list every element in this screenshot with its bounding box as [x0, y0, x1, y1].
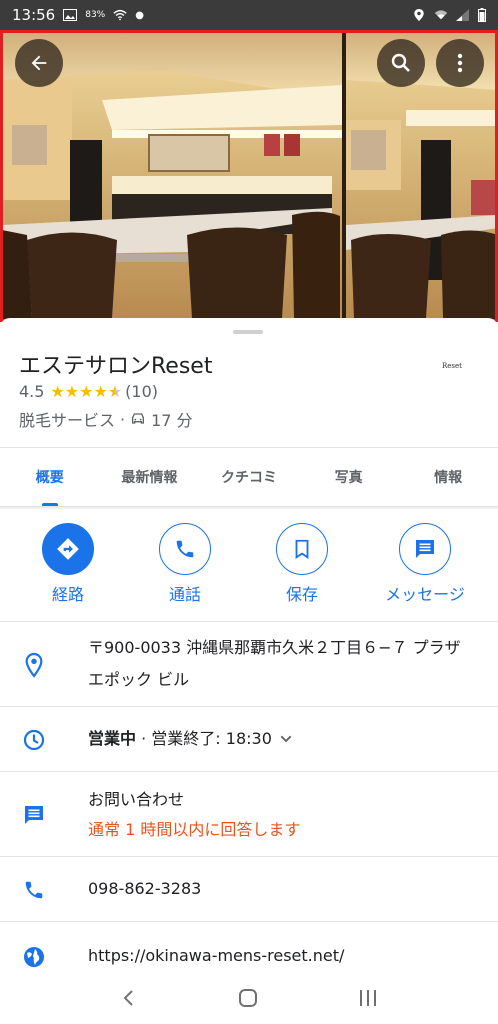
drag-handle[interactable]	[233, 330, 263, 334]
inquiry-row[interactable]: お問い合わせ 通常 1 時間以内に回答します	[0, 772, 498, 856]
separator: ·	[120, 409, 126, 429]
star-icon: ★	[50, 381, 65, 401]
phone-row[interactable]: 098-862-3283	[0, 857, 498, 921]
location-pin-icon	[21, 652, 47, 678]
clock-icon	[21, 727, 47, 753]
photo-carousel[interactable]	[0, 30, 498, 322]
image-icon	[63, 9, 78, 21]
action-buttons: 経路 通話 保存 メッセージ	[0, 523, 498, 613]
search-icon	[391, 53, 410, 72]
star-icon: ★	[79, 381, 94, 401]
arrow-left-icon	[31, 55, 47, 71]
rating-row[interactable]: 4.5 ★ ★ ★ ★ ★ (10)	[19, 382, 158, 401]
tab-photos[interactable]: 写真	[299, 448, 399, 506]
wifi-icon	[113, 9, 127, 21]
place-logo[interactable]: Reset	[437, 362, 467, 376]
phone-icon	[176, 540, 194, 558]
chevron-down-icon[interactable]	[278, 731, 294, 747]
category-row: 脱毛サービス · 17 分	[19, 407, 193, 431]
back-button[interactable]	[15, 39, 63, 87]
car-icon	[132, 413, 145, 424]
tab-label: クチコミ	[220, 470, 277, 486]
star-icon: ★	[64, 381, 80, 401]
hours-text: 営業中 · 営業終了: 18:30	[88, 723, 470, 755]
tab-reviews[interactable]: クチコミ	[199, 448, 299, 506]
place-logo-text: Reset	[442, 362, 462, 370]
battery-icon	[478, 8, 486, 22]
tab-label: 写真	[334, 470, 363, 486]
status-bar: 13:56 83% ●	[0, 0, 498, 30]
place-category: 脱毛サービス	[19, 411, 116, 430]
bookmark-icon	[295, 539, 309, 559]
review-count: (10)	[125, 382, 159, 401]
inquiry-title: お問い合わせ	[88, 790, 185, 809]
more-vert-icon	[457, 53, 463, 73]
hours-status: 営業中	[88, 729, 137, 748]
directions-button[interactable]: 経路	[13, 523, 123, 605]
search-button[interactable]	[377, 39, 425, 87]
website-link[interactable]: https://okinawa-mens-reset.net/	[88, 940, 470, 972]
chat-icon	[21, 802, 47, 828]
website-row[interactable]: https://okinawa-mens-reset.net/	[0, 922, 498, 972]
address-row[interactable]: 〒900-0033 沖縄県那覇市久米２丁目６−７ プラザ エポック ビル	[0, 622, 498, 706]
nav-home-icon[interactable]	[237, 987, 259, 1009]
more-options-button[interactable]	[436, 39, 484, 87]
wifi-signal-icon	[434, 10, 448, 20]
nav-back-icon[interactable]	[119, 988, 139, 1008]
star-icon: ★	[93, 381, 108, 401]
call-label: 通話	[168, 585, 201, 604]
message-button[interactable]: メッセージ	[370, 523, 480, 605]
star-rating: ★ ★ ★ ★ ★	[50, 381, 123, 401]
call-button[interactable]: 通話	[130, 523, 240, 605]
rating-value: 4.5	[19, 382, 45, 401]
hours-detail: 営業終了: 18:30	[151, 729, 272, 748]
star-half-icon: ★	[107, 381, 123, 401]
hours-separator: ·	[136, 729, 152, 748]
battery-saver-text: 83%	[85, 10, 106, 20]
directions-icon	[57, 538, 79, 560]
location-icon	[414, 9, 424, 21]
phone-icon	[21, 877, 47, 903]
phone-number: 098-862-3283	[88, 879, 202, 898]
place-details-sheet: エステサロンReset Reset 4.5 ★ ★ ★ ★ ★ (10) 脱毛サ…	[0, 318, 498, 972]
directions-label: 経路	[51, 585, 84, 604]
save-label: 保存	[285, 585, 318, 604]
tab-label: 概要	[35, 470, 64, 486]
tab-label: 情報	[434, 470, 463, 486]
inquiry-subtitle: 通常 1 時間以内に回答します	[88, 820, 301, 839]
tabs-shadow	[0, 506, 498, 510]
nav-recents-icon[interactable]	[357, 988, 379, 1008]
tab-bar: 概要 最新情報 クチコミ 写真 情報	[0, 448, 498, 506]
save-button[interactable]: 保存	[247, 523, 357, 605]
hours-row[interactable]: 営業中 · 営業終了: 18:30	[0, 707, 498, 771]
cell-signal-icon	[456, 9, 469, 21]
tab-updates[interactable]: 最新情報	[100, 448, 200, 506]
globe-icon	[21, 944, 47, 970]
message-label: メッセージ	[385, 585, 465, 604]
system-nav-bar	[0, 972, 498, 1024]
message-icon	[416, 540, 434, 558]
dot-icon: ●	[135, 9, 144, 21]
tab-overview[interactable]: 概要	[0, 448, 100, 506]
tab-label: 最新情報	[121, 470, 178, 486]
status-time: 13:56	[12, 6, 56, 24]
address-text: 〒900-0033 沖縄県那覇市久米２丁目６−７ プラザ エポック ビル	[88, 638, 461, 689]
drive-time: 17 分	[151, 411, 193, 430]
place-title: エステサロンReset	[19, 354, 213, 379]
tab-about[interactable]: 情報	[398, 448, 498, 506]
